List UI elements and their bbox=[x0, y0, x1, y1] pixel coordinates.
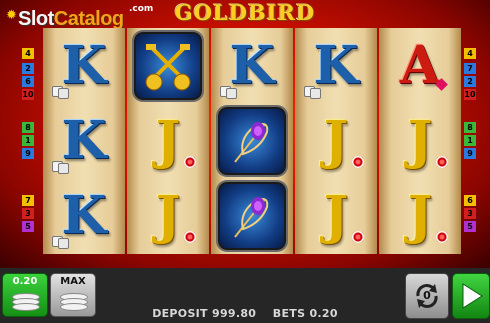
reel-1-symbol-1: K bbox=[46, 31, 122, 101]
payline-marker-right: 7 bbox=[464, 63, 476, 74]
golden-keys-icon bbox=[134, 31, 202, 100]
letter-j-symbol: J bbox=[323, 185, 349, 247]
payline-marker-right: 1 bbox=[464, 135, 476, 146]
payline-marker-left: 3 bbox=[22, 208, 34, 219]
payline-marker-left: 10 bbox=[22, 89, 34, 100]
game-title: GOLDBIRD bbox=[174, 0, 316, 25]
payline-marker-right: 5 bbox=[464, 221, 476, 232]
payline-marker-left: 8 bbox=[22, 122, 34, 133]
letter-k-symbol: K bbox=[61, 34, 107, 96]
casino-chip-icon bbox=[352, 231, 364, 244]
payline-marker-left: 4 bbox=[22, 48, 34, 59]
reel-2-symbol-3: J bbox=[130, 181, 206, 251]
payline-marker-right: 4 bbox=[464, 48, 476, 59]
letter-j-symbol: J bbox=[323, 109, 349, 171]
letter-k-symbol: K bbox=[61, 109, 107, 171]
dice-icon bbox=[310, 87, 321, 99]
autoplay-button[interactable]: 0 bbox=[405, 273, 449, 319]
reel-4-symbol-2: J bbox=[298, 106, 374, 176]
payline-marker-right: 2 bbox=[464, 76, 476, 87]
logo-brand-part1: Slot bbox=[18, 8, 54, 30]
reel-area: KKKJJKKJJAJJ bbox=[43, 28, 461, 254]
payline-marker-left: 9 bbox=[22, 148, 34, 159]
letter-j-symbol: J bbox=[407, 185, 433, 247]
dice-icon bbox=[226, 87, 237, 99]
casino-chip-icon bbox=[184, 231, 196, 244]
reel-4-symbol-1: K bbox=[298, 31, 374, 101]
letter-k-symbol: K bbox=[61, 185, 107, 247]
reel-3-symbol-3 bbox=[214, 181, 290, 251]
letter-j-symbol: J bbox=[155, 109, 181, 171]
payline-marker-left: 2 bbox=[22, 63, 34, 74]
payline-marker-left: 7 bbox=[22, 195, 34, 206]
reel-3-symbol-1: K bbox=[214, 31, 290, 101]
letter-k-symbol: K bbox=[229, 34, 275, 96]
payline-marker-right: 10 bbox=[464, 89, 476, 100]
max-bet-label: MAX bbox=[60, 276, 86, 287]
reel-5-symbol-3: J bbox=[382, 181, 458, 251]
reel-2: JJ bbox=[127, 28, 209, 254]
dice-icon bbox=[58, 238, 69, 250]
casino-chip-icon bbox=[352, 155, 364, 168]
bets-label: BETS bbox=[272, 307, 306, 320]
peacock-feather-icon bbox=[218, 106, 286, 175]
dice-icon bbox=[58, 162, 69, 174]
reel-1-symbol-3: K bbox=[46, 181, 122, 251]
reel-2-symbol-2: J bbox=[130, 106, 206, 176]
letter-k-symbol: K bbox=[313, 34, 359, 96]
play-icon bbox=[462, 283, 483, 309]
deposit-label: DEPOSIT bbox=[152, 307, 208, 320]
payline-marker-right: 3 bbox=[464, 208, 476, 219]
casino-chip-icon bbox=[184, 155, 196, 168]
payline-marker-right: 8 bbox=[464, 122, 476, 133]
reel-4: KJJ bbox=[295, 28, 377, 254]
reel-3: K bbox=[211, 28, 293, 254]
casino-chip-icon bbox=[436, 155, 448, 168]
dice-icon bbox=[58, 87, 69, 99]
spin-button[interactable] bbox=[452, 273, 490, 319]
peacock-feather-icon bbox=[218, 182, 286, 251]
payline-marker-right: 9 bbox=[464, 148, 476, 159]
reel-4-symbol-3: J bbox=[298, 181, 374, 251]
reel-5-symbol-1: A bbox=[382, 31, 458, 101]
reel-5-symbol-2: J bbox=[382, 106, 458, 176]
logo-brand-part2: Catalog bbox=[53, 8, 124, 30]
payline-marker-right: 6 bbox=[464, 195, 476, 206]
casino-chip-icon bbox=[436, 231, 448, 244]
bets-value: 0.20 bbox=[309, 307, 338, 320]
reel-3-symbol-2 bbox=[214, 106, 290, 176]
reel-1: KKK bbox=[43, 28, 125, 254]
bet-stack-value: 0.20 bbox=[12, 276, 38, 287]
reel-2-symbol-1 bbox=[130, 31, 206, 101]
payline-marker-left: 1 bbox=[22, 135, 34, 146]
reel-5: AJJ bbox=[379, 28, 461, 254]
deposit-value: 999.80 bbox=[212, 307, 257, 320]
reel-1-symbol-2: K bbox=[46, 106, 122, 176]
logo-domain: .com bbox=[129, 4, 154, 14]
letter-j-symbol: J bbox=[155, 185, 181, 247]
payline-marker-left: 5 bbox=[22, 221, 34, 232]
payline-marker-left: 6 bbox=[22, 76, 34, 87]
letter-j-symbol: J bbox=[407, 109, 433, 171]
autoplay-count: 0 bbox=[423, 289, 431, 302]
sun-icon: ✹ bbox=[6, 8, 17, 23]
